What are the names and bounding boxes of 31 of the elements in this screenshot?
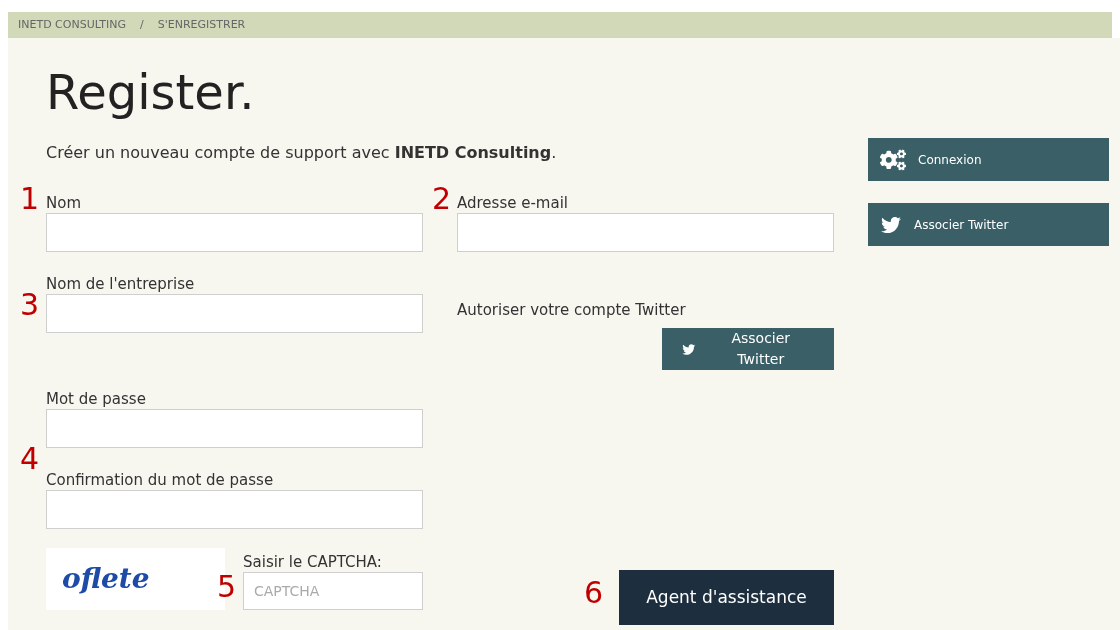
captcha-field[interactable]: CAPTCHA [243, 572, 423, 610]
bird-icon [682, 342, 696, 356]
input-field[interactable] [46, 294, 423, 333]
annotation-number: 2 [432, 182, 452, 216]
input-field[interactable] [46, 213, 423, 252]
field-label: Nom [46, 193, 82, 213]
breadcrumb-link[interactable]: S'ENREGISTRER [157, 16, 246, 34]
submit-button[interactable]: Agent d'assistance [619, 570, 834, 625]
field-label: Mot de passe [46, 389, 147, 409]
annotation-number: 4 [20, 442, 40, 476]
annotation-number: 3 [20, 288, 40, 322]
field-label: Saisir le CAPTCHA: [243, 552, 383, 572]
input-field[interactable] [46, 490, 423, 529]
input-field[interactable] [46, 409, 423, 448]
sidebar-button[interactable]: Associer Twitter [868, 203, 1109, 246]
captcha-text: oflete [62, 561, 150, 597]
breadcrumb-separator: / [140, 16, 144, 33]
field-label: Adresse e-mail [457, 193, 569, 213]
field-label: Confirmation du mot de passe [46, 470, 275, 490]
field-label: Nom de l'entreprise [46, 274, 196, 294]
input-field[interactable] [457, 213, 834, 252]
breadcrumb-link[interactable]: INETD CONSULTING [18, 16, 127, 34]
bird-icon [880, 214, 902, 235]
annotation-number: 6 [584, 576, 604, 610]
field-label: Autoriser votre compte Twitter [457, 300, 687, 320]
twitter-button[interactable]: Associer Twitter [662, 328, 834, 370]
annotation-number: 1 [20, 182, 40, 216]
subtitle: Créer un nouveau compte de support avec INETD Consulting. [46, 143, 558, 163]
sidebar-button[interactable]: Connexion [868, 138, 1109, 181]
annotation-number: 5 [217, 570, 237, 604]
gears-icon [880, 148, 906, 171]
